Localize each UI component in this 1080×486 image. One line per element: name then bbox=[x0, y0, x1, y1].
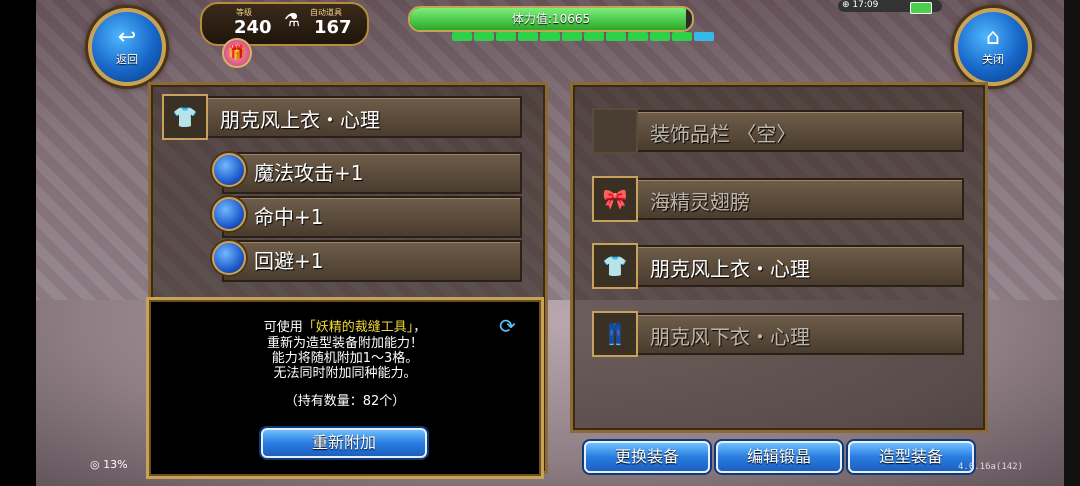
ability-orb-icon bbox=[212, 241, 246, 275]
auto-item-count: 167 bbox=[314, 17, 352, 38]
level-panel: 等级 240 ⚗ 自动道具 167 bbox=[200, 2, 369, 46]
stamina-segment bbox=[606, 32, 626, 41]
change-equip-button[interactable]: 更换装备 bbox=[584, 441, 710, 473]
ribbon-icon: 🎀 bbox=[592, 176, 638, 222]
stamina-segment bbox=[562, 32, 582, 41]
ability-label: 魔法攻击+1 bbox=[254, 161, 364, 185]
battery-icon bbox=[910, 2, 932, 14]
equip-slot-label: 装饰品栏 〈空〉 bbox=[650, 122, 797, 146]
style-equip-button[interactable]: 造型装备 bbox=[848, 441, 974, 473]
equip-slot-label: 海精灵翅膀 bbox=[650, 190, 750, 214]
empty-slot-icon bbox=[592, 108, 638, 154]
ability-label: 回避+1 bbox=[254, 249, 324, 273]
shirt-icon: 👕 bbox=[162, 94, 208, 140]
ability-label: 命中+1 bbox=[254, 205, 324, 229]
home-icon: ⌂ bbox=[986, 25, 1000, 50]
loading-indicator: ◎ 13% bbox=[90, 458, 128, 471]
stamina-segment bbox=[584, 32, 604, 41]
screen-edge-left bbox=[0, 0, 36, 486]
screen-edge-right bbox=[1064, 0, 1080, 486]
stamina-segment bbox=[650, 32, 670, 41]
ability-orb-icon bbox=[212, 153, 246, 187]
stamina-segment bbox=[672, 32, 692, 41]
hp-bar: 体力值:10665 bbox=[408, 6, 694, 32]
equip-slot-label: 朋克风上衣・心理 bbox=[650, 257, 810, 281]
back-button[interactable]: ↩ 返回 bbox=[88, 8, 166, 86]
stamina-segment bbox=[518, 32, 538, 41]
stamina-segment bbox=[694, 32, 714, 41]
equip-slot-row[interactable] bbox=[592, 178, 964, 220]
stamina-segments bbox=[452, 32, 714, 42]
level-value: 240 bbox=[234, 17, 272, 38]
potion-icon: ⚗ bbox=[284, 10, 301, 31]
stamina-segment bbox=[474, 32, 494, 41]
close-button[interactable]: ⌂ 关闭 bbox=[954, 8, 1032, 86]
selected-item-name: 朋克风上衣・心理 bbox=[220, 108, 380, 132]
stamina-segment bbox=[540, 32, 560, 41]
version-text: 4.0.16a(142) bbox=[958, 462, 1024, 472]
gift-icon[interactable]: 🎁 bbox=[222, 38, 252, 68]
back-label: 返回 bbox=[116, 53, 138, 66]
ability-orb-icon bbox=[212, 197, 246, 231]
loading-percent: 13% bbox=[103, 458, 128, 471]
close-label: 关闭 bbox=[982, 53, 1004, 66]
owned-count: （持有数量：82个） bbox=[284, 394, 406, 409]
reattach-button[interactable]: 重新附加 bbox=[261, 428, 427, 458]
stamina-segment bbox=[452, 32, 472, 41]
edit-crystal-button[interactable]: 编辑锻晶 bbox=[716, 441, 842, 473]
clock-text: 17:09 bbox=[852, 0, 879, 10]
pants-icon: 👖 bbox=[592, 311, 638, 357]
shirt-icon: 👕 bbox=[592, 243, 638, 289]
stamina-segment bbox=[628, 32, 648, 41]
refresh-icon[interactable]: ⟳ bbox=[499, 314, 516, 338]
hp-text: 体力值:10665 bbox=[511, 12, 591, 26]
equip-slot-label: 朋克风下衣・心理 bbox=[650, 325, 810, 349]
stamina-segment bbox=[496, 32, 516, 41]
info-line-4: 无法同时附加同种能力。 bbox=[273, 366, 417, 381]
info-box: 可使用「妖精的裁缝工具」， 重新为造型装备附加能力！ 能力将随机附加1～3格。 … bbox=[146, 297, 544, 479]
back-arrow-icon: ↩ bbox=[117, 25, 137, 50]
